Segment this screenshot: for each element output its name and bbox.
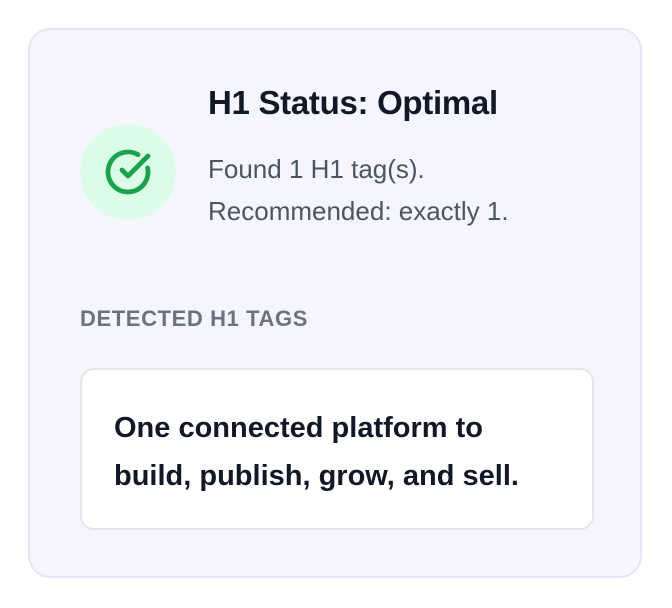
detected-tag-item: One connected platform to build, publish,… — [80, 368, 594, 530]
recommended-text: Recommended: exactly 1. — [208, 196, 509, 226]
h1-status-card: H1 Status: Optimal Found 1 H1 tag(s). Re… — [28, 28, 642, 578]
detected-tag-line-2: build, publish, grow, and sell. — [114, 460, 519, 492]
check-circle-icon — [80, 124, 176, 220]
detected-tag-text: One connected platform to build, publish,… — [114, 404, 560, 500]
detected-tags-label: DETECTED H1 TAGS — [80, 306, 308, 331]
found-count-text: Found 1 H1 tag(s). — [208, 154, 425, 184]
status-title: H1 Status: Optimal — [208, 84, 498, 121]
detected-tag-line-1: One connected platform to — [114, 412, 483, 444]
